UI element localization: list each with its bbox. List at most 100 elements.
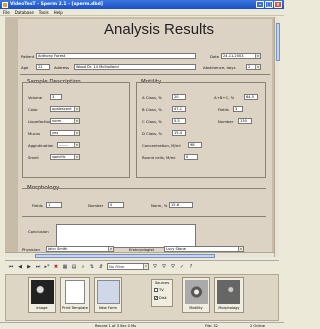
abstinence-dropdown-icon[interactable]: ▾: [255, 65, 260, 69]
filter-remove-icon[interactable]: ⛛: [170, 264, 176, 270]
morphology-button[interactable]: Morphology: [214, 277, 244, 313]
menu-help[interactable]: Help: [54, 10, 63, 15]
navigation-toolbar: ⏮ ◀ ▶ ⏭ ▸* ✖ ▦ ▤ ⌕ ⇅ ⇵ No Filter ▾ ⛛ ⛛ ⛛ …: [5, 260, 279, 272]
filter-select[interactable]: No Filter ▾: [107, 263, 149, 270]
filter-icon[interactable]: ⛛: [152, 264, 158, 270]
status-online: 2 Online: [250, 324, 266, 328]
close-button[interactable]: ×: [274, 1, 282, 8]
motility-thumbnail: [185, 280, 208, 304]
sort-za-icon[interactable]: ⇵: [98, 264, 104, 270]
save-icon[interactable]: ▦: [62, 264, 68, 270]
last-record-icon[interactable]: ⏭: [35, 264, 41, 270]
round-cells-label: Round cells, M/ml: [142, 155, 176, 160]
age-label: Age: [21, 65, 29, 70]
volume-field[interactable]: 3: [50, 94, 62, 100]
sources-title: Sources: [154, 281, 170, 285]
volume-label: Volume: [28, 95, 43, 100]
norm-field[interactable]: 15.6: [169, 202, 193, 208]
patient-field[interactable]: Anthony Forest: [36, 53, 196, 59]
a-class-label: A Class, %: [142, 95, 162, 100]
mucus-dropdown-icon[interactable]: ▾: [74, 131, 79, 135]
check-icon[interactable]: ✓: [179, 264, 185, 270]
motility-button[interactable]: Motility: [182, 277, 210, 313]
round-cells-field[interactable]: 0: [184, 154, 198, 160]
morphology-button-label: Morphology: [218, 306, 240, 310]
app-icon: [2, 1, 8, 8]
menu-bar: File Database Tools Help: [0, 9, 284, 16]
date-dropdown-icon[interactable]: ▾: [255, 54, 260, 58]
motility-number-label: Number: [218, 119, 234, 124]
morph-number-field[interactable]: 0: [108, 202, 124, 208]
motility-fields-label: Fields: [218, 107, 229, 112]
motility-number-field[interactable]: 130: [238, 118, 252, 124]
b-class-field[interactable]: 47.1: [172, 106, 186, 112]
morph-fields-field[interactable]: 1: [46, 202, 62, 208]
age-field[interactable]: 22: [36, 64, 50, 70]
color-select[interactable]: opalescent ▾: [50, 106, 80, 112]
vertical-scrollbar[interactable]: [274, 17, 280, 257]
morph-fields-label: Fields: [32, 203, 43, 208]
image-button[interactable]: Image: [28, 277, 56, 313]
status-file: File: 32: [205, 324, 218, 328]
liquefaction-label: Liquefaction: [28, 119, 52, 124]
agglutination-select[interactable]: ------- ▾: [57, 142, 80, 148]
help-icon[interactable]: ?: [188, 264, 194, 270]
horizontal-scroll-thumb[interactable]: [35, 253, 215, 258]
new-record-icon[interactable]: ▸*: [44, 264, 50, 270]
horizontal-scrollbar[interactable]: [5, 252, 274, 258]
bottom-panel: Image Print Template New Form Sources TV…: [5, 274, 279, 321]
agglutination-dropdown-icon[interactable]: ▾: [74, 143, 79, 147]
prev-record-icon[interactable]: ◀: [17, 264, 23, 270]
smell-select[interactable]: specific ▾: [50, 154, 80, 160]
a-class-field[interactable]: 20: [172, 94, 186, 100]
table-icon[interactable]: ▤: [71, 264, 77, 270]
liquefaction-dropdown-icon[interactable]: ▾: [74, 119, 79, 123]
print-template-button[interactable]: Print Template: [60, 277, 90, 313]
menu-database[interactable]: Database: [15, 10, 34, 15]
new-form-button[interactable]: New Form: [94, 277, 122, 313]
smell-dropdown-icon[interactable]: ▾: [74, 155, 79, 159]
disk-checkbox[interactable]: ✔ Disk: [154, 296, 167, 300]
morph-number-label: Number: [88, 203, 104, 208]
menu-file[interactable]: File: [3, 10, 10, 15]
date-field[interactable]: 24.11.2003 ▾: [221, 53, 261, 59]
window-title: VideoTesT - Sperm 2.1 - [sperm.dbd]: [10, 2, 103, 7]
abc-field[interactable]: 64.5: [244, 94, 258, 100]
motility-fields-field[interactable]: 3: [233, 106, 243, 112]
d-class-label: D Class, %: [142, 131, 163, 136]
first-record-icon[interactable]: ⏮: [8, 264, 14, 270]
filter-selection-icon[interactable]: ⛛: [161, 264, 167, 270]
conclusion-divider: [22, 216, 266, 217]
mucus-label: Mucus: [28, 131, 41, 136]
date-label: Date: [210, 54, 220, 59]
tv-checkbox[interactable]: TV: [154, 288, 164, 292]
image-button-label: Image: [36, 306, 48, 310]
next-record-icon[interactable]: ▶: [26, 264, 32, 270]
sources-group: Sources TV ✔ Disk: [151, 279, 173, 307]
analysis-form: Analysis Results Patient Anthony Forest …: [18, 19, 272, 257]
concentration-field[interactable]: 98: [188, 142, 202, 148]
new-form-label: New Form: [98, 306, 118, 310]
abstinence-field[interactable]: 2 ▾: [246, 64, 261, 70]
smell-label: Smell: [28, 155, 39, 160]
liquefaction-select[interactable]: norm ▾: [50, 118, 80, 124]
morphology-divider: [22, 188, 266, 189]
find-icon[interactable]: ⌕: [80, 264, 86, 270]
address-field[interactable]: Wood Dr. 14 Mulholland: [74, 64, 196, 70]
menu-tools[interactable]: Tools: [39, 10, 49, 15]
c-class-field[interactable]: 5.5: [172, 118, 186, 124]
color-dropdown-icon[interactable]: ▾: [74, 107, 79, 111]
maximize-button[interactable]: □: [265, 1, 273, 8]
delete-record-icon[interactable]: ✖: [53, 264, 59, 270]
filter-dropdown-icon[interactable]: ▾: [143, 264, 148, 269]
d-class-field[interactable]: 15.4: [172, 130, 186, 136]
sort-az-icon[interactable]: ⇅: [89, 264, 95, 270]
vertical-scroll-thumb[interactable]: [275, 23, 280, 61]
mucus-select[interactable]: yes ▾: [50, 130, 80, 136]
norm-label: Norm, %: [151, 203, 168, 208]
minimize-button[interactable]: –: [256, 1, 264, 8]
print-template-label: Print Template: [62, 306, 88, 310]
concentration-label: Concentration, M/ml: [142, 143, 181, 148]
agglutination-label: Agglutination: [28, 143, 54, 148]
conclusion-textarea[interactable]: [56, 224, 196, 248]
